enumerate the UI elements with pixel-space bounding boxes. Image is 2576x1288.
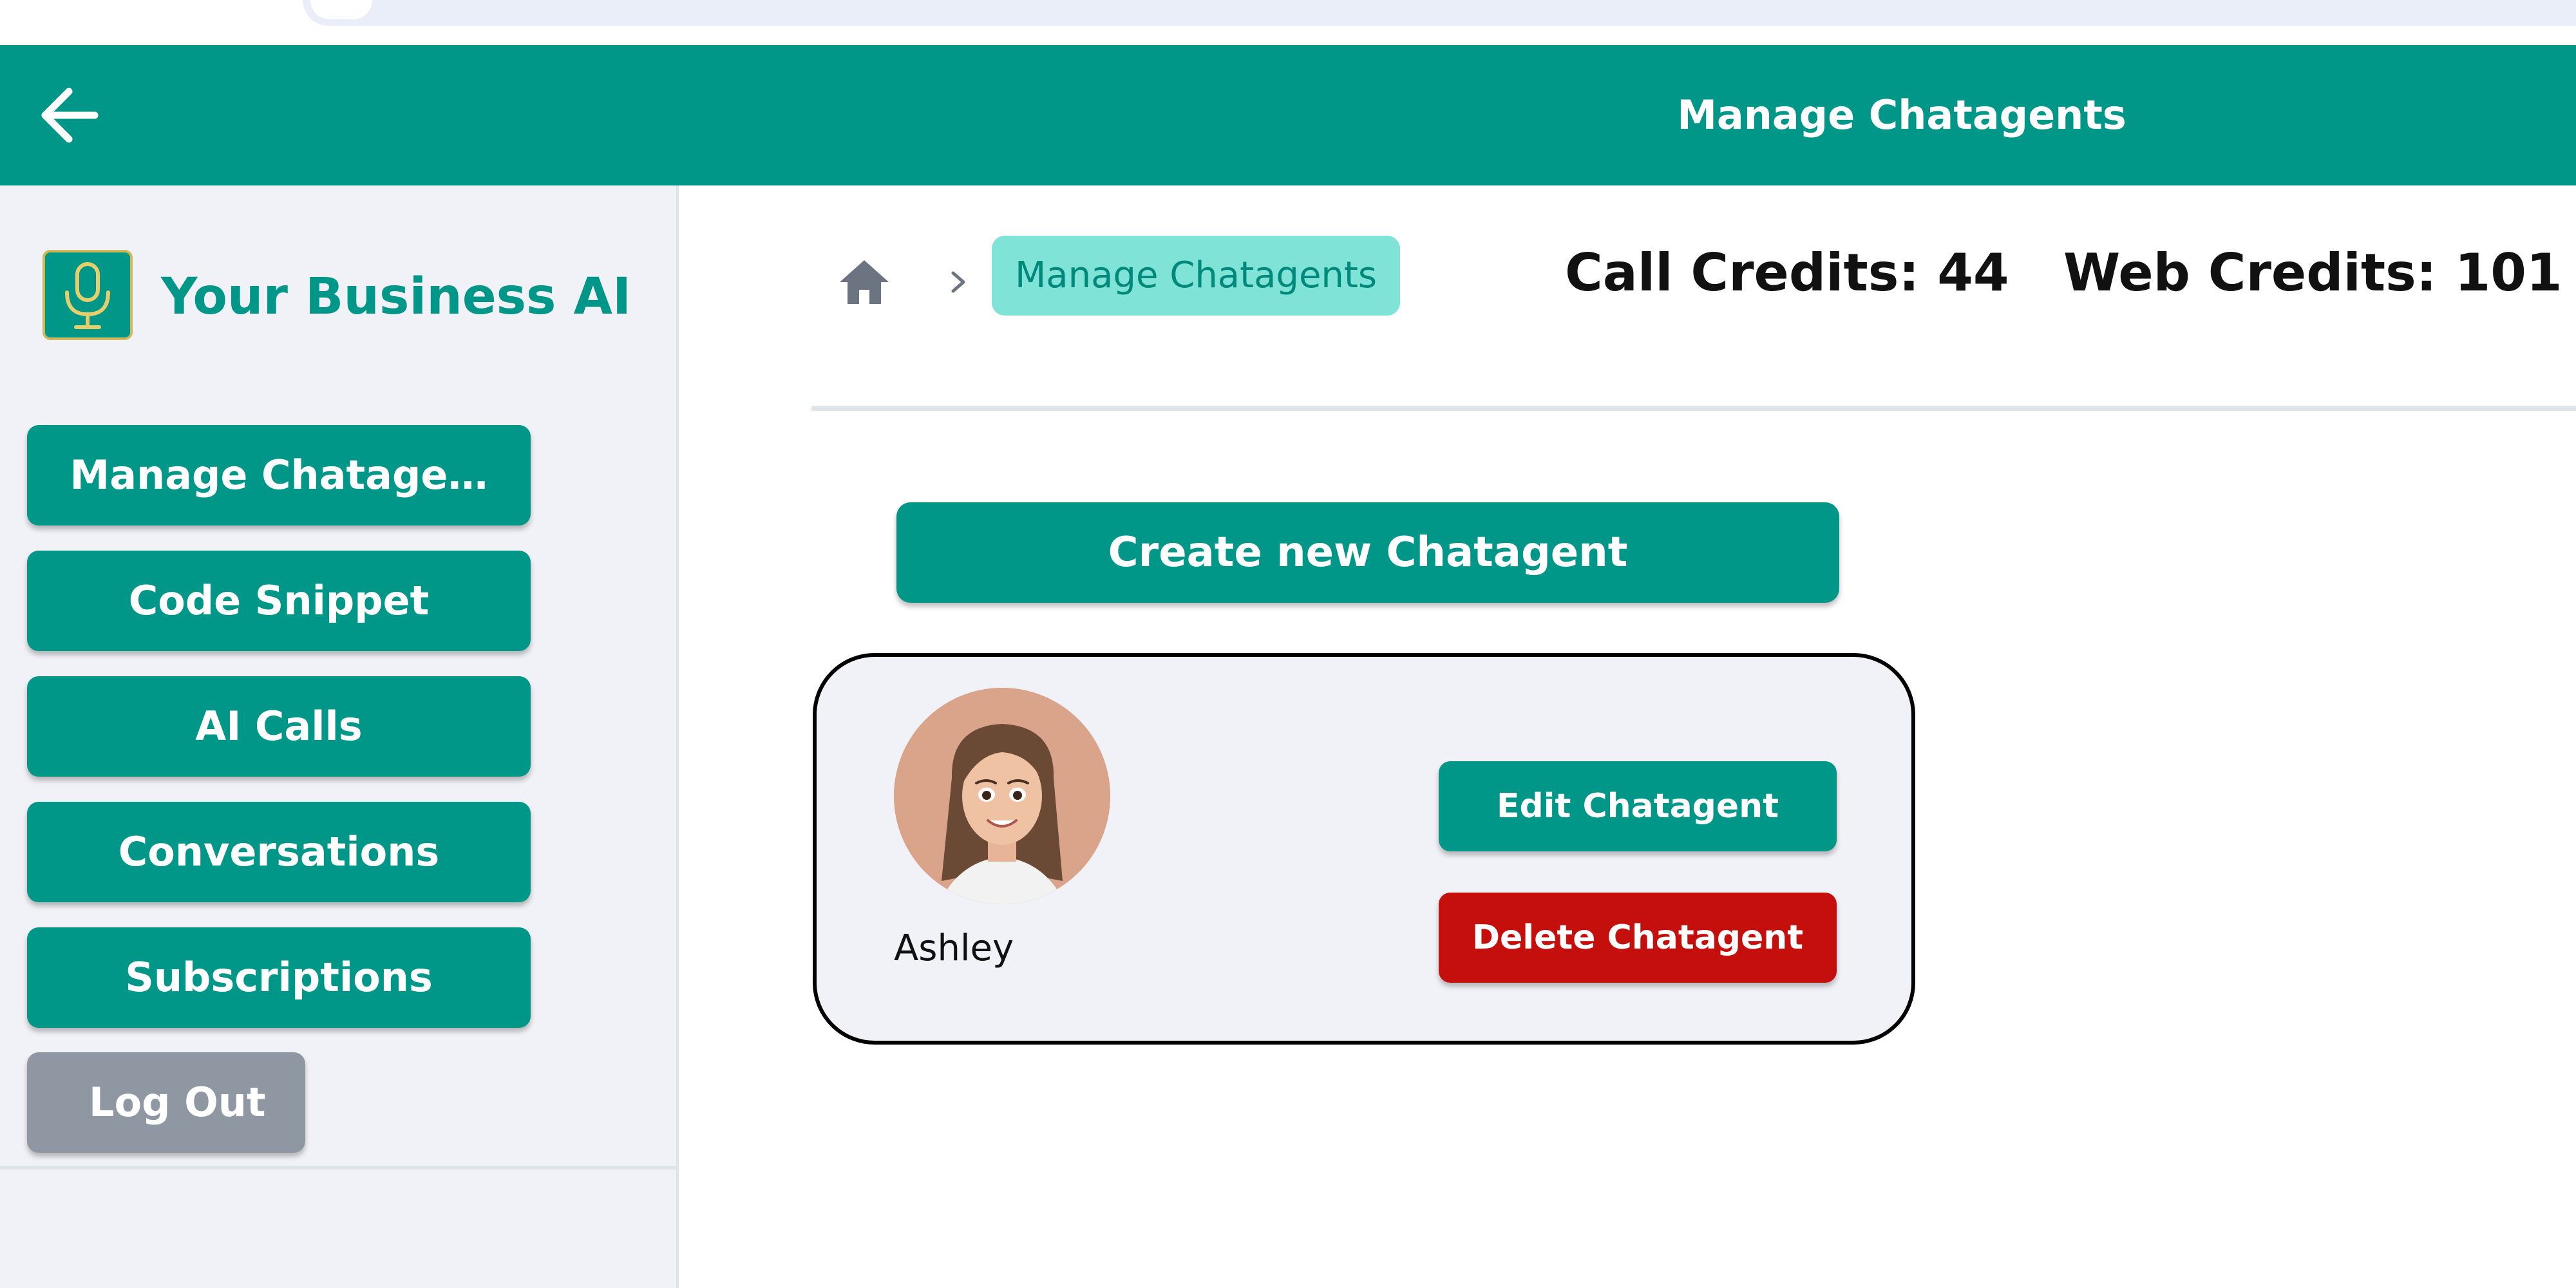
call-credits: Call Credits: 44 <box>1565 243 2009 303</box>
sidebar-item-manage-chatagents[interactable]: Manage Chatage… <box>27 425 531 526</box>
sidebar-divider <box>0 1166 676 1170</box>
agent-name: Ashley <box>894 927 1014 969</box>
delete-chatagent-button[interactable]: Delete Chatagent <box>1439 893 1837 983</box>
sidebar-item-conversations[interactable]: Conversations <box>27 802 531 902</box>
avatar-portrait-icon <box>894 688 1110 904</box>
main-content: Manage Chatagents Call Credits: 44 Web C… <box>679 185 2576 1288</box>
edit-chatagent-button[interactable]: Edit Chatagent <box>1439 761 1837 851</box>
sidebar-item-subscriptions[interactable]: Subscriptions <box>27 927 531 1028</box>
microphone-icon <box>65 262 110 329</box>
logout-button[interactable]: Log Out <box>27 1052 305 1153</box>
arrow-left-icon <box>41 88 99 143</box>
avatar[interactable] <box>894 688 1110 904</box>
brand-name: Your Business AI <box>161 268 632 326</box>
page-title: Manage Chatagents <box>1677 91 2126 138</box>
app-logo[interactable] <box>43 250 133 340</box>
address-icon <box>310 0 372 19</box>
sidebar-item-code-snippet[interactable]: Code Snippet <box>27 551 531 651</box>
back-button[interactable] <box>33 80 104 151</box>
agent-card: Ashley Edit Chatagent Delete Chatagent <box>813 653 1915 1045</box>
sidebar-item-ai-calls[interactable]: AI Calls <box>27 676 531 777</box>
browser-strip <box>0 0 2576 45</box>
breadcrumb-current[interactable]: Manage Chatagents <box>992 236 1400 316</box>
web-credits: Web Credits: 101 <box>2063 243 2562 303</box>
address-bar[interactable] <box>303 0 2576 26</box>
create-chatagent-button[interactable]: Create new Chatagent <box>896 502 1839 603</box>
app-bar: Manage Chatagents <box>0 45 2576 185</box>
chevron-right-icon <box>936 250 981 314</box>
header-divider <box>811 406 2576 411</box>
sidebar: Your Business AI Manage Chatage… Code Sn… <box>0 185 679 1288</box>
home-icon[interactable] <box>832 250 896 314</box>
